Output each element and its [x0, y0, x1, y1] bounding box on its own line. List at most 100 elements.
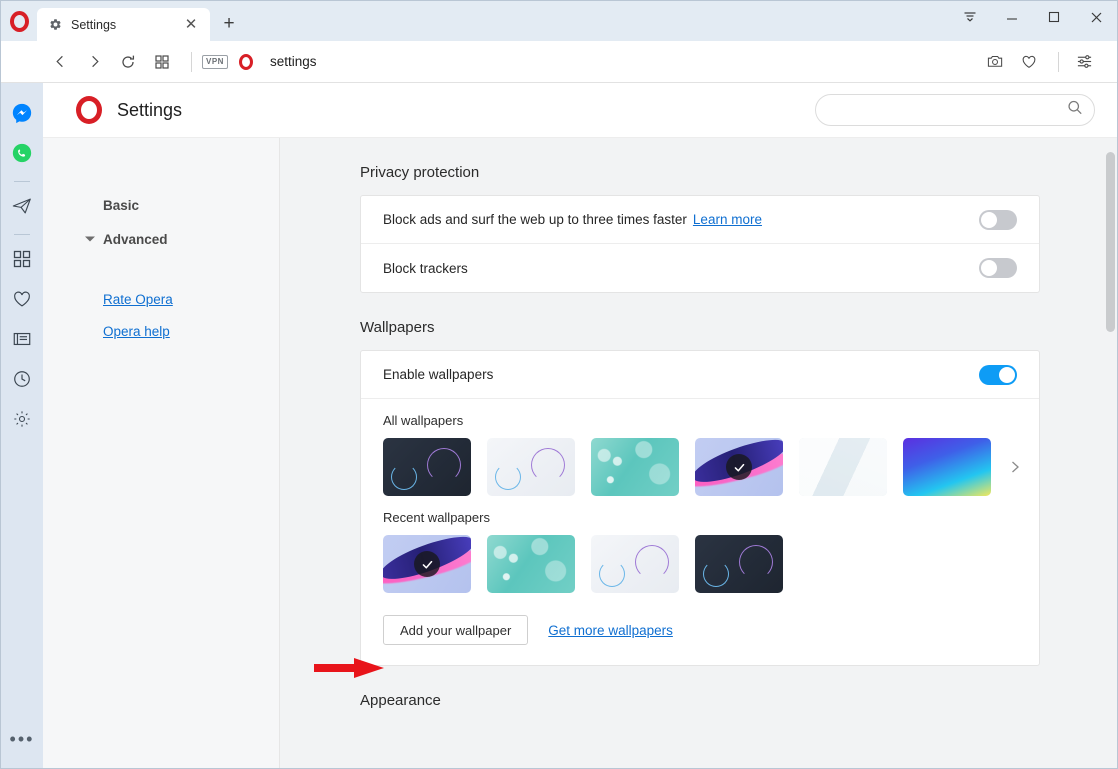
- row-text: Block ads and surf the web up to three t…: [383, 212, 687, 227]
- tab-settings[interactable]: Settings ✕: [37, 8, 210, 41]
- tab-menu-button[interactable]: [949, 1, 991, 33]
- browser-body: ••• Settings Basic Advanced Rate Opera O…: [1, 83, 1117, 768]
- heart-icon[interactable]: [1014, 47, 1044, 77]
- divider: [191, 51, 192, 72]
- section-wallpapers: Wallpapers Enable wallpapers All wallpap…: [360, 319, 1040, 666]
- all-wallpapers-label: All wallpapers: [383, 413, 464, 428]
- sidebar-item-label: Advanced: [103, 231, 168, 247]
- close-button[interactable]: [1075, 1, 1117, 33]
- sidebar-item-history[interactable]: [1, 361, 43, 401]
- sidebar-item-basic[interactable]: Basic: [43, 188, 279, 222]
- section-title: Privacy protection: [360, 164, 480, 181]
- selected-check-icon: [414, 551, 440, 577]
- tab-title: Settings: [71, 17, 117, 32]
- all-wallpapers-block: All wallpapers Recent wallpapers: [361, 413, 1039, 609]
- settings-content-pane: Privacy protection Block ads and surf th…: [280, 138, 1117, 768]
- sidebar-item-news[interactable]: [1, 321, 43, 361]
- forward-arrow-icon[interactable]: [79, 47, 109, 77]
- back-arrow-icon[interactable]: [45, 47, 75, 77]
- sidebar-item-extensions[interactable]: [1, 241, 43, 281]
- settings-sidebar: Basic Advanced Rate Opera Opera help: [43, 138, 280, 768]
- selected-check-icon: [726, 454, 752, 480]
- block-trackers-toggle[interactable]: [979, 258, 1017, 278]
- vpn-badge[interactable]: VPN: [202, 54, 228, 69]
- chevron-down-icon: [85, 236, 95, 242]
- row-enable-wallpapers: Enable wallpapers: [361, 351, 1039, 399]
- opera-browser-window: Settings ✕ + VPN settings ••• Settings B…: [0, 0, 1118, 769]
- gear-icon: [12, 409, 32, 434]
- get-more-wallpapers-link[interactable]: Get more wallpapers: [548, 623, 673, 638]
- sidebar-item-bookmarks[interactable]: [1, 281, 43, 321]
- row-label: Block ads and surf the web up to three t…: [383, 212, 979, 227]
- chevron-right-icon[interactable]: [1007, 460, 1023, 474]
- wallpaper-thumb-pale-poly[interactable]: [799, 438, 887, 496]
- block-ads-toggle[interactable]: [979, 209, 1017, 230]
- sidebar-item-messenger[interactable]: [1, 95, 43, 135]
- settings-main: Basic Advanced Rate Opera Opera help Pri…: [43, 138, 1117, 768]
- wallpaper-thumb-pink-swirl[interactable]: [695, 438, 783, 496]
- news-icon: [12, 329, 32, 354]
- reload-icon[interactable]: [113, 47, 143, 77]
- grid-icon[interactable]: [147, 47, 177, 77]
- close-icon[interactable]: ✕: [182, 16, 200, 34]
- new-tab-button[interactable]: +: [214, 9, 244, 39]
- messenger-icon: [11, 102, 33, 129]
- tab-strip: Settings ✕ +: [37, 1, 244, 41]
- section-privacy-protection: Privacy protection Block ads and surf th…: [360, 164, 1040, 293]
- privacy-card: Block ads and surf the web up to three t…: [360, 195, 1040, 293]
- divider: [14, 234, 30, 235]
- recent-wallpaper-thumb-dark[interactable]: [695, 535, 783, 593]
- wallpapers-card: Enable wallpapers All wallpapers Recent …: [360, 350, 1040, 666]
- row-label: Block trackers: [383, 260, 468, 276]
- scrollbar[interactable]: [1106, 144, 1115, 768]
- window-controls: [949, 1, 1117, 33]
- whatsapp-icon: [11, 142, 33, 169]
- section-title: Appearance: [360, 692, 441, 709]
- learn-more-link[interactable]: Learn more: [693, 212, 762, 227]
- recent-wallpapers-label: Recent wallpapers: [383, 510, 490, 525]
- navigation-bar: VPN settings: [1, 41, 1117, 83]
- rate-opera-link[interactable]: Rate Opera: [43, 284, 279, 316]
- enable-wallpapers-toggle[interactable]: [979, 364, 1017, 385]
- wallpaper-thumb-teal[interactable]: [591, 438, 679, 496]
- settings-header: Settings: [43, 83, 1117, 138]
- minimize-button[interactable]: [991, 1, 1033, 33]
- opera-help-link[interactable]: Opera help: [43, 316, 279, 348]
- section-title: Wallpapers: [360, 319, 435, 336]
- wallpaper-thumb-dark[interactable]: [383, 438, 471, 496]
- telegram-icon: [11, 195, 33, 222]
- heart-icon: [12, 289, 32, 314]
- wallpaper-thumb-blue-gradient[interactable]: [903, 438, 991, 496]
- sidebar-item-label: Basic: [103, 197, 140, 213]
- add-your-wallpaper-button[interactable]: Add your wallpaper: [383, 615, 529, 645]
- gear-icon: [47, 17, 63, 33]
- address-input[interactable]: settings: [270, 54, 980, 69]
- title-bar: Settings ✕ +: [1, 1, 1117, 41]
- page-title: Settings: [117, 99, 183, 120]
- settings-page: Settings Basic Advanced Rate Opera Opera…: [43, 83, 1117, 768]
- wallpaper-actions: Add your wallpaper Get more wallpapers: [361, 609, 1039, 665]
- sidebar-item-telegram[interactable]: [1, 188, 43, 228]
- sidebar-item-whatsapp[interactable]: [1, 135, 43, 175]
- sidebar-more-button[interactable]: •••: [1, 724, 43, 754]
- snapshot-icon[interactable]: [980, 47, 1010, 77]
- all-wallpapers-row: [383, 438, 1019, 496]
- section-appearance: Appearance: [360, 692, 1040, 709]
- navbar-right-actions: [980, 47, 1103, 77]
- recent-wallpaper-thumb-teal[interactable]: [487, 535, 575, 593]
- maximize-button[interactable]: [1033, 1, 1075, 33]
- wallpaper-thumb-light[interactable]: [487, 438, 575, 496]
- recent-wallpaper-thumb-pink-swirl[interactable]: [383, 535, 471, 593]
- sidebar-rail: •••: [1, 83, 43, 768]
- search-input[interactable]: [815, 94, 1095, 126]
- settings-search: [815, 94, 1095, 126]
- sidebar-item-settings[interactable]: [1, 401, 43, 441]
- scrollbar-thumb[interactable]: [1106, 152, 1115, 332]
- row-block-ads: Block ads and surf the web up to three t…: [361, 196, 1039, 244]
- history-clock-icon: [12, 369, 32, 394]
- opera-logo-icon: [236, 52, 256, 72]
- easy-setup-icon[interactable]: [1069, 47, 1099, 77]
- sidebar-item-advanced[interactable]: Advanced: [43, 222, 279, 256]
- recent-wallpaper-thumb-light[interactable]: [591, 535, 679, 593]
